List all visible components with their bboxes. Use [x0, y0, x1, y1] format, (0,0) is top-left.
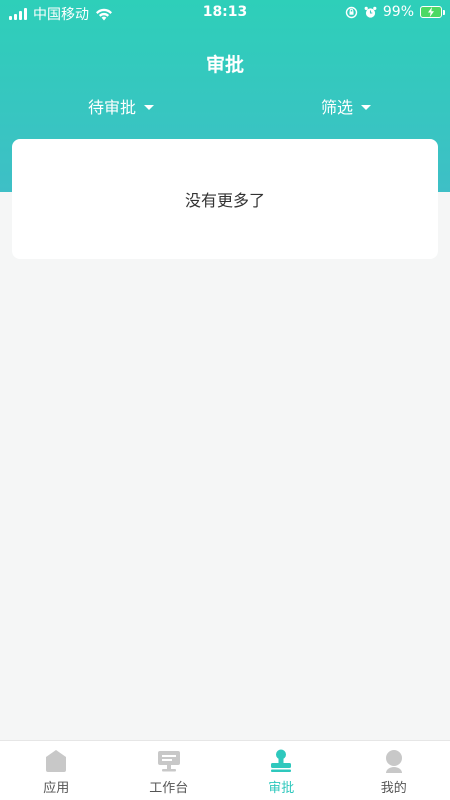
- battery-icon: [420, 6, 445, 18]
- tab-approval[interactable]: 审批: [225, 741, 338, 800]
- empty-text: 没有更多了: [184, 191, 265, 210]
- empty-list-card: 没有更多了: [12, 139, 438, 259]
- user-icon: [385, 750, 402, 773]
- caret-down-icon: [361, 104, 372, 110]
- charging-bolt-icon: [428, 7, 434, 17]
- rotation-lock-icon: [345, 6, 358, 18]
- status-filter-label: 待审批: [88, 98, 137, 117]
- tab-approval-label: 审批: [268, 781, 295, 796]
- stamp-icon: [271, 749, 292, 772]
- filter-label: 筛选: [321, 98, 354, 117]
- battery-percent: 99%: [382, 4, 414, 20]
- tab-mine-label: 我的: [380, 781, 407, 796]
- filter-dropdown[interactable]: 筛选: [321, 94, 372, 118]
- status-filter-dropdown[interactable]: 待审批: [88, 94, 155, 118]
- tab-workbench-label: 工作台: [149, 781, 189, 796]
- bottom-tab-bar: 应用 工作台 审批 我的: [0, 740, 450, 800]
- tab-mine[interactable]: 我的: [338, 741, 450, 800]
- caret-down-icon: [144, 104, 155, 110]
- home-icon: [46, 750, 67, 772]
- tab-workbench[interactable]: 工作台: [113, 741, 226, 800]
- monitor-icon: [157, 751, 180, 772]
- status-bar: 中国移动 18:13 99%: [0, 0, 450, 26]
- page-title: 审批: [205, 54, 244, 76]
- tab-apps-label: 应用: [43, 781, 70, 796]
- status-right: 99%: [345, 4, 445, 20]
- alarm-icon: [364, 6, 377, 18]
- tab-apps[interactable]: 应用: [0, 741, 113, 800]
